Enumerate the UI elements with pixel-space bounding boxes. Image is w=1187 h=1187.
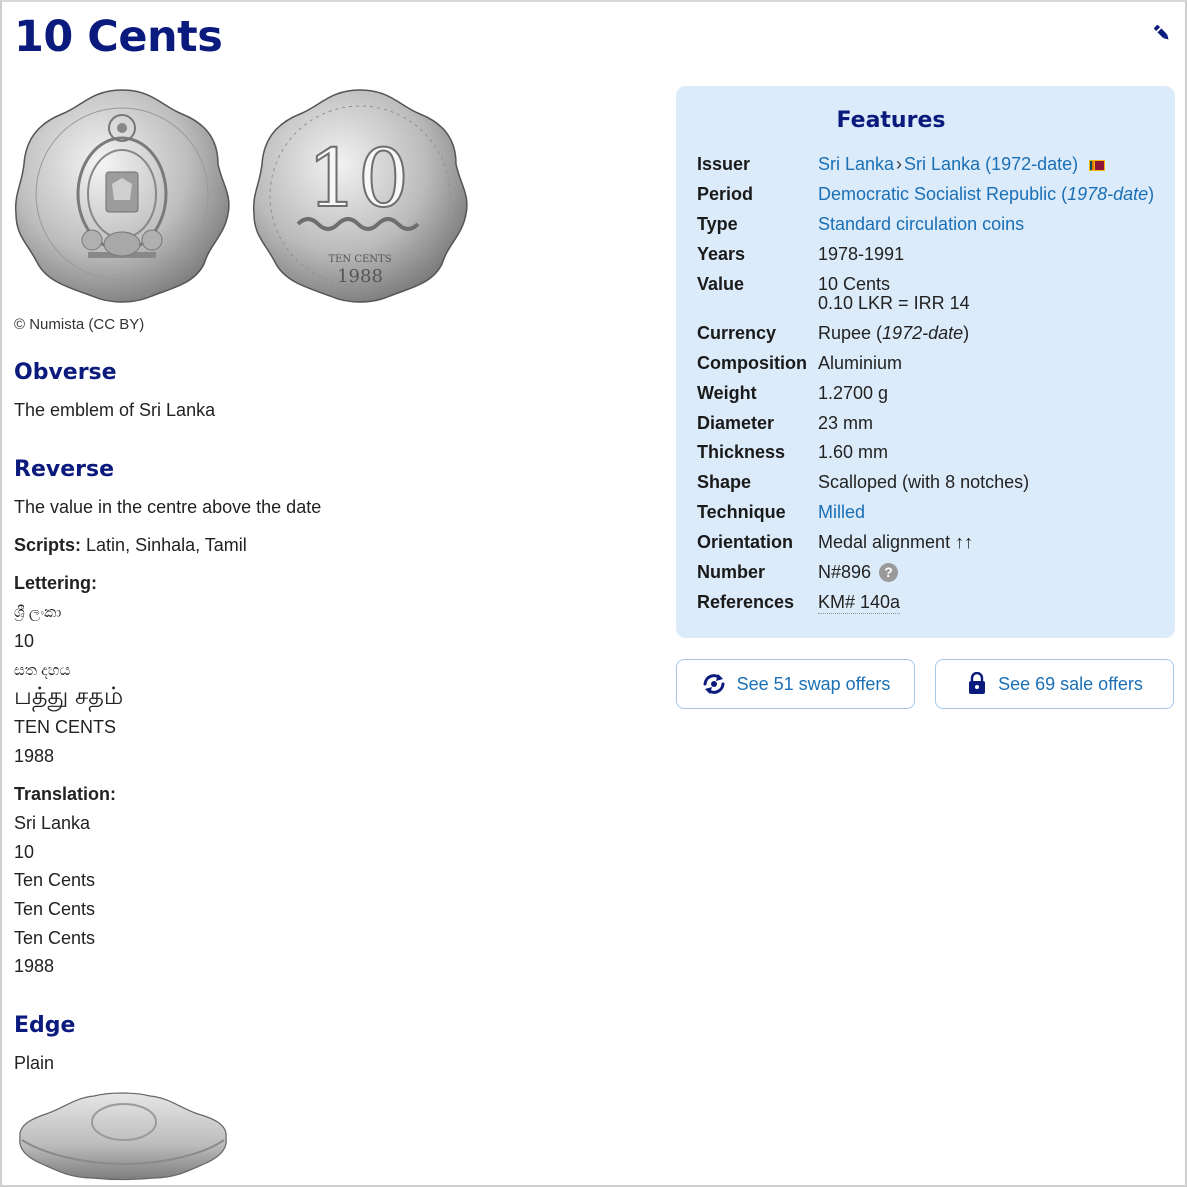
feature-label: Composition xyxy=(697,353,807,373)
feature-value: 23 mm xyxy=(818,413,874,433)
feature-label: Number xyxy=(697,562,766,582)
features-heading: Features xyxy=(836,108,946,133)
obverse-heading: Obverse xyxy=(14,360,117,385)
feature-label: Shape xyxy=(697,472,752,492)
feature-value: Rupee (1972-date) xyxy=(818,323,969,344)
feature-label: References xyxy=(697,592,795,612)
lettering-line: 10 xyxy=(14,631,35,651)
lettering-line: TEN CENTS xyxy=(14,717,117,737)
feature-label: Type xyxy=(697,214,738,234)
sri-lanka-flag-icon xyxy=(1089,159,1106,171)
scripts-value: Latin, Sinhala, Tamil xyxy=(81,535,247,555)
coin-year-text: 1988 xyxy=(337,266,383,287)
reverse-description: The value in the centre above the date xyxy=(14,497,322,517)
feature-label: Weight xyxy=(697,383,757,403)
coin-edge-image[interactable] xyxy=(14,1088,232,1182)
issuer-link[interactable]: Sri Lanka (1972-date) xyxy=(904,154,1078,174)
references-value[interactable]: KM# 140a xyxy=(818,592,901,614)
feature-value: N#896? xyxy=(818,562,899,583)
breadcrumb-separator: › xyxy=(896,154,903,174)
shopping-bag-icon xyxy=(969,672,986,694)
feature-label: Currency xyxy=(697,323,777,343)
feature-value: Medal alignment ↑↑ xyxy=(818,532,974,552)
value-conversion: 0.10 LKR = IRR 14 xyxy=(818,293,970,313)
sale-offers-button[interactable]: See 69 sale offers xyxy=(935,659,1174,709)
scripts-line: Scripts: Latin, Sinhala, Tamil xyxy=(14,535,247,556)
currency-dates: 1972-date xyxy=(882,323,964,343)
sale-offers-label: See 69 sale offers xyxy=(998,673,1143,694)
edge-heading: Edge xyxy=(14,1013,76,1038)
translation-line: Sri Lanka xyxy=(14,813,91,833)
currency-close: ) xyxy=(963,323,970,343)
page-title: 10 Cents xyxy=(14,12,223,62)
type-link[interactable]: Standard circulation coins xyxy=(818,214,1024,235)
period-link[interactable]: Democratic Socialist Republic (1978-date… xyxy=(818,184,1154,204)
lettering-line: பத்து சதம் xyxy=(14,683,124,710)
translation-line: Ten Cents xyxy=(14,899,96,919)
lettering-line: ශ්‍රී ලංකා xyxy=(14,604,62,621)
translation-line: 1988 xyxy=(14,956,55,976)
period-name: Democratic Socialist Republic ( xyxy=(818,184,1068,204)
edge-description: Plain xyxy=(14,1053,55,1073)
feature-label: Period xyxy=(697,184,754,204)
image-caption: © Numista (CC BY) xyxy=(14,316,145,333)
feature-value: Sri Lanka › Sri Lanka (1972-date) xyxy=(818,154,1106,175)
feature-label: Technique xyxy=(697,502,786,522)
lettering-line: 1988 xyxy=(14,746,55,766)
feature-value: Aluminium xyxy=(818,353,903,373)
technique-link[interactable]: Milled xyxy=(818,502,865,523)
lettering-label: Lettering: xyxy=(14,573,97,593)
translation-line: 10 xyxy=(14,842,35,862)
lettering-line: සත දහය xyxy=(14,662,71,679)
help-icon[interactable]: ? xyxy=(879,563,899,582)
swap-offers-label: See 51 swap offers xyxy=(736,673,891,694)
currency-name: Rupee ( xyxy=(818,323,883,343)
period-dates: 1978-date xyxy=(1067,184,1149,204)
obverse-description: The emblem of Sri Lanka xyxy=(14,400,216,420)
pencil-icon[interactable] xyxy=(1151,22,1173,44)
feature-value: 1978-1991 xyxy=(818,244,905,264)
feature-value: 1.60 mm xyxy=(818,442,889,462)
translation-line: Ten Cents xyxy=(14,928,96,948)
coin-value-text: 10 xyxy=(307,132,409,225)
feature-value: 1.2700 g xyxy=(818,383,889,403)
coin-word-text: TEN CENTS xyxy=(328,254,391,265)
swap-icon xyxy=(703,674,725,694)
coin-reverse-image[interactable]: 10 TEN CENTS 1988 xyxy=(250,84,470,306)
coin-obverse-image[interactable] xyxy=(12,84,232,306)
swap-offers-button[interactable]: See 51 swap offers xyxy=(676,659,915,709)
feature-label: Years xyxy=(697,244,746,264)
feature-value: Scalloped (with 8 notches) xyxy=(818,472,1030,492)
scripts-label: Scripts: xyxy=(14,535,82,555)
feature-value: Democratic Socialist Republic (1978-date… xyxy=(818,184,1154,205)
feature-label: Issuer xyxy=(697,154,751,174)
translation-label: Translation: xyxy=(14,784,117,804)
feature-label: Orientation xyxy=(697,532,794,552)
translation-line: Ten Cents xyxy=(14,870,96,890)
feature-label: Thickness xyxy=(697,442,786,462)
feature-label: Diameter xyxy=(697,413,775,433)
reverse-heading: Reverse xyxy=(14,457,114,482)
feature-value: 10 Cents xyxy=(818,274,891,294)
features-panel: Features Issuer Sri Lanka › Sri Lanka (197… xyxy=(676,86,1175,638)
issuer-parent-link[interactable]: Sri Lanka xyxy=(818,154,894,174)
period-close: ) xyxy=(1148,184,1155,204)
feature-label: Value xyxy=(697,274,745,294)
number-value: N#896 xyxy=(818,562,872,582)
